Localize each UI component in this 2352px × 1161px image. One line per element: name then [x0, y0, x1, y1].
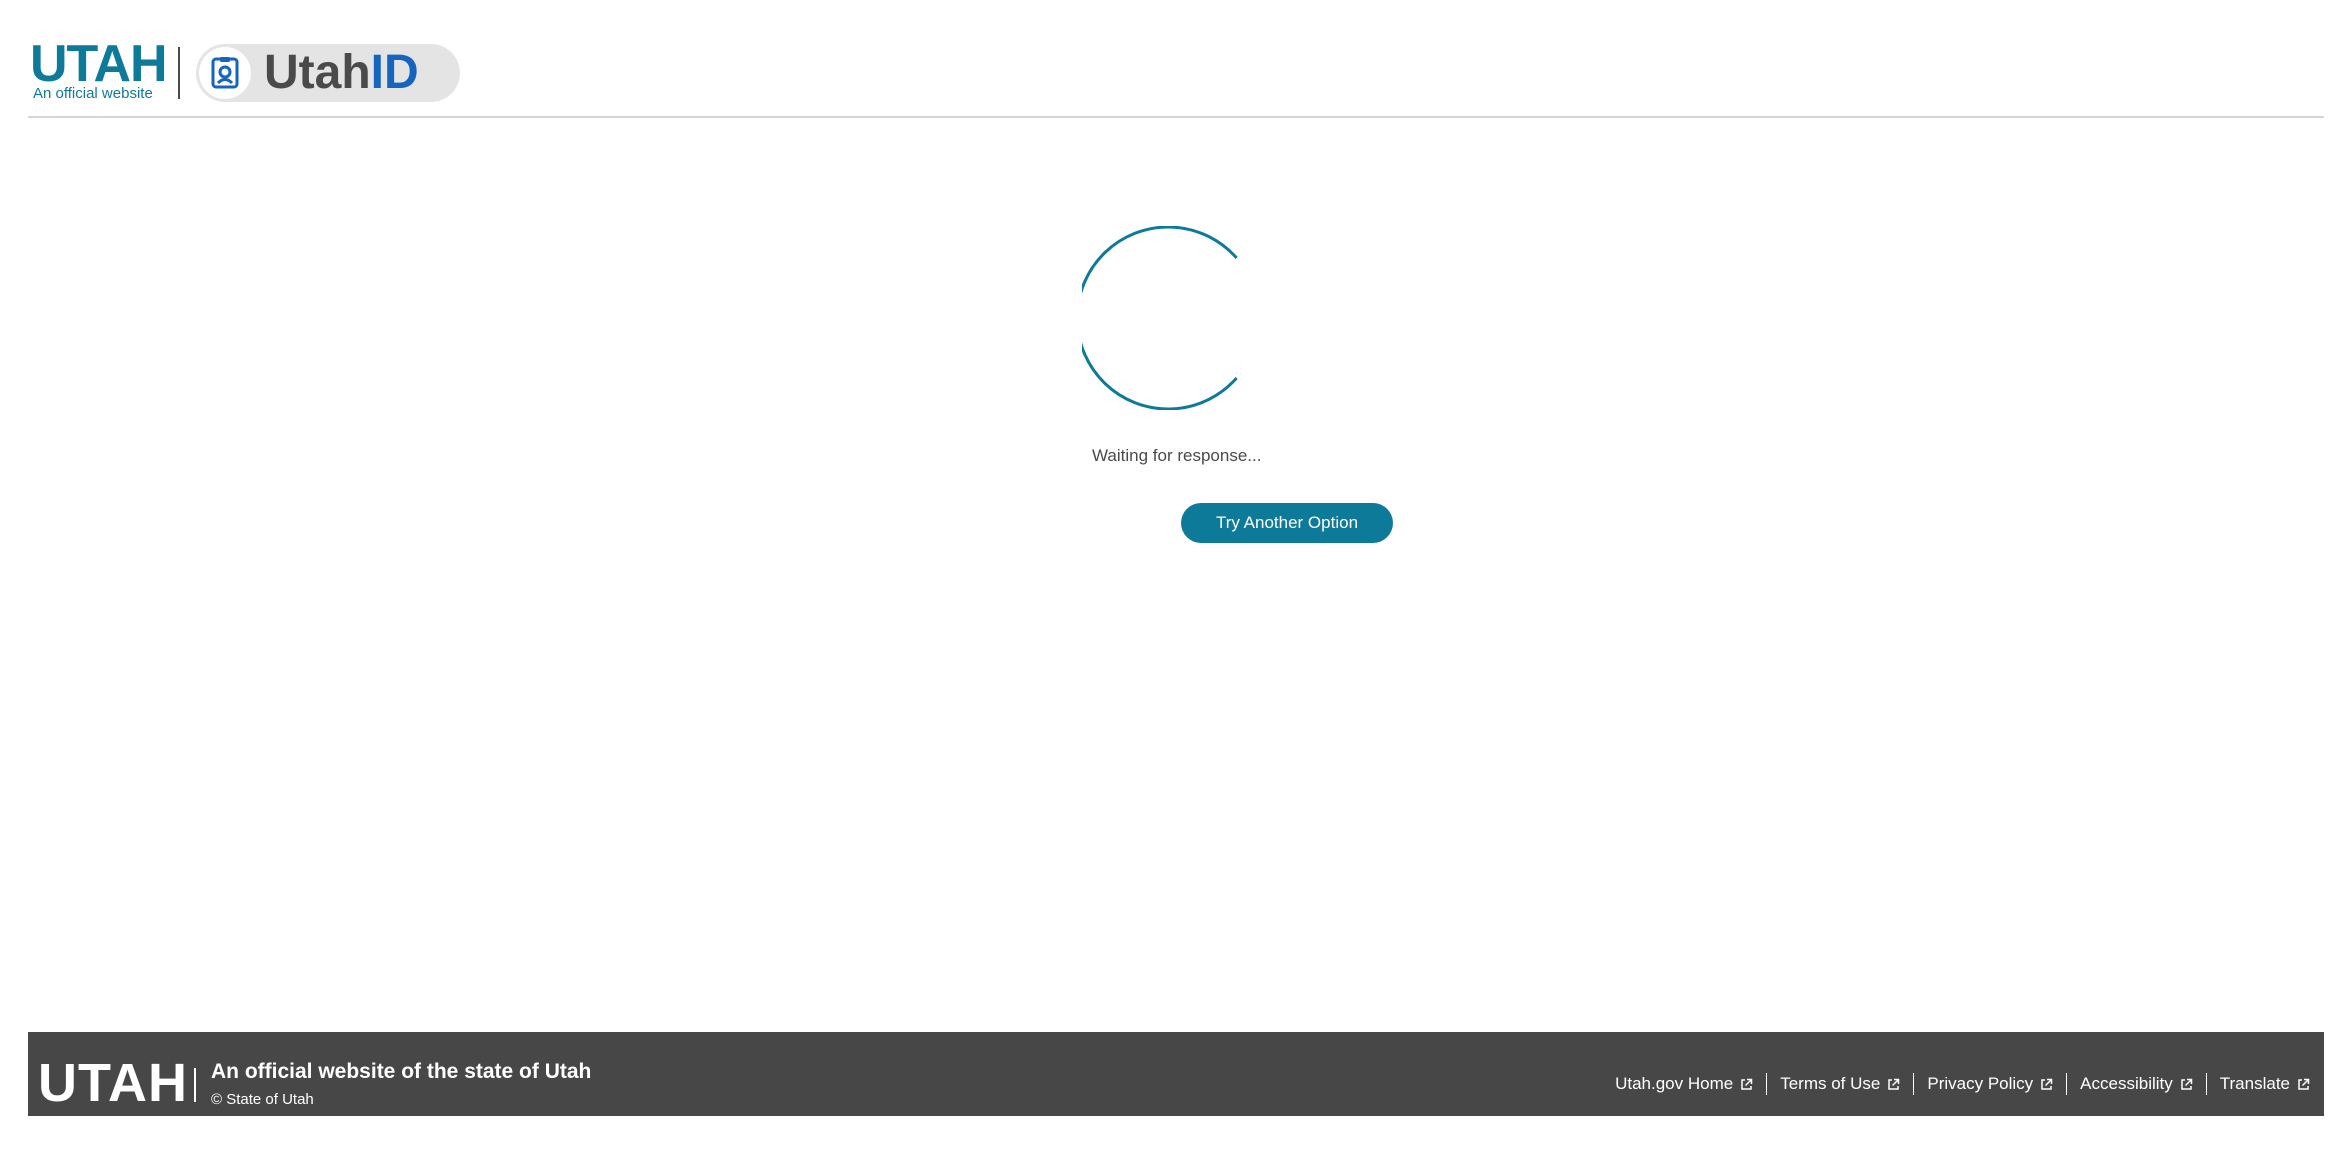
try-another-option-button[interactable]: Try Another Option	[1181, 503, 1393, 543]
utah-wordmark: UTAH	[30, 35, 168, 93]
footer-link-label: Translate	[2219, 1074, 2290, 1093]
loading-spinner-icon	[1082, 226, 1238, 410]
page: UTAH An official website UtahID Waiting …	[0, 0, 2352, 1161]
footer-link-label: Terms of Use	[1780, 1074, 1881, 1093]
footer-link-privacy-policy[interactable]: Privacy Policy	[1927, 1074, 2053, 1094]
header-divider	[178, 47, 180, 99]
id-badge-icon	[199, 47, 251, 99]
external-link-icon	[1741, 1078, 1753, 1090]
utahid-wordmark-utah: Utah	[264, 46, 371, 99]
external-link-icon	[1888, 1078, 1900, 1090]
site-footer: UTAH An official website of the state of…	[28, 1032, 2324, 1116]
footer-link-label: Accessibility	[2080, 1074, 2173, 1093]
footer-link-terms-of-use[interactable]: Terms of Use	[1780, 1074, 1900, 1094]
utahid-wordmark-id: ID	[370, 46, 419, 99]
footer-link-separator	[1766, 1073, 1768, 1095]
footer-link-separator	[1913, 1073, 1915, 1095]
footer-link-label: Privacy Policy	[1927, 1074, 2034, 1093]
footer-link-separator	[2205, 1073, 2207, 1095]
footer-links: Utah.gov Home Terms of Use Privacy Polic…	[1615, 1073, 2310, 1095]
footer-utah-wordmark: UTAH	[38, 1053, 188, 1113]
footer-link-label: Utah.gov Home	[1615, 1074, 1734, 1093]
site-header: UTAH An official website UtahID	[28, 0, 2324, 118]
utahid-logo-link[interactable]: UtahID	[196, 44, 460, 102]
utah-logo-link[interactable]: UTAH An official website	[30, 35, 168, 104]
footer-copyright: © State of Utah	[211, 1091, 314, 1108]
utahid-wordmark: UtahID	[264, 49, 419, 97]
footer-divider	[194, 1068, 196, 1102]
footer-link-translate[interactable]: Translate	[2220, 1074, 2310, 1094]
official-website-label: An official website	[33, 85, 153, 102]
footer-link-separator	[2066, 1073, 2068, 1095]
external-link-icon	[2041, 1078, 2053, 1090]
external-link-icon	[2181, 1078, 2193, 1090]
external-link-icon	[2298, 1078, 2310, 1090]
footer-official-text: An official website of the state of Utah	[211, 1060, 592, 1083]
footer-link-accessibility[interactable]: Accessibility	[2080, 1074, 2193, 1094]
footer-link-utah-gov-home[interactable]: Utah.gov Home	[1615, 1074, 1753, 1094]
status-text: Waiting for response...	[1092, 446, 1262, 465]
